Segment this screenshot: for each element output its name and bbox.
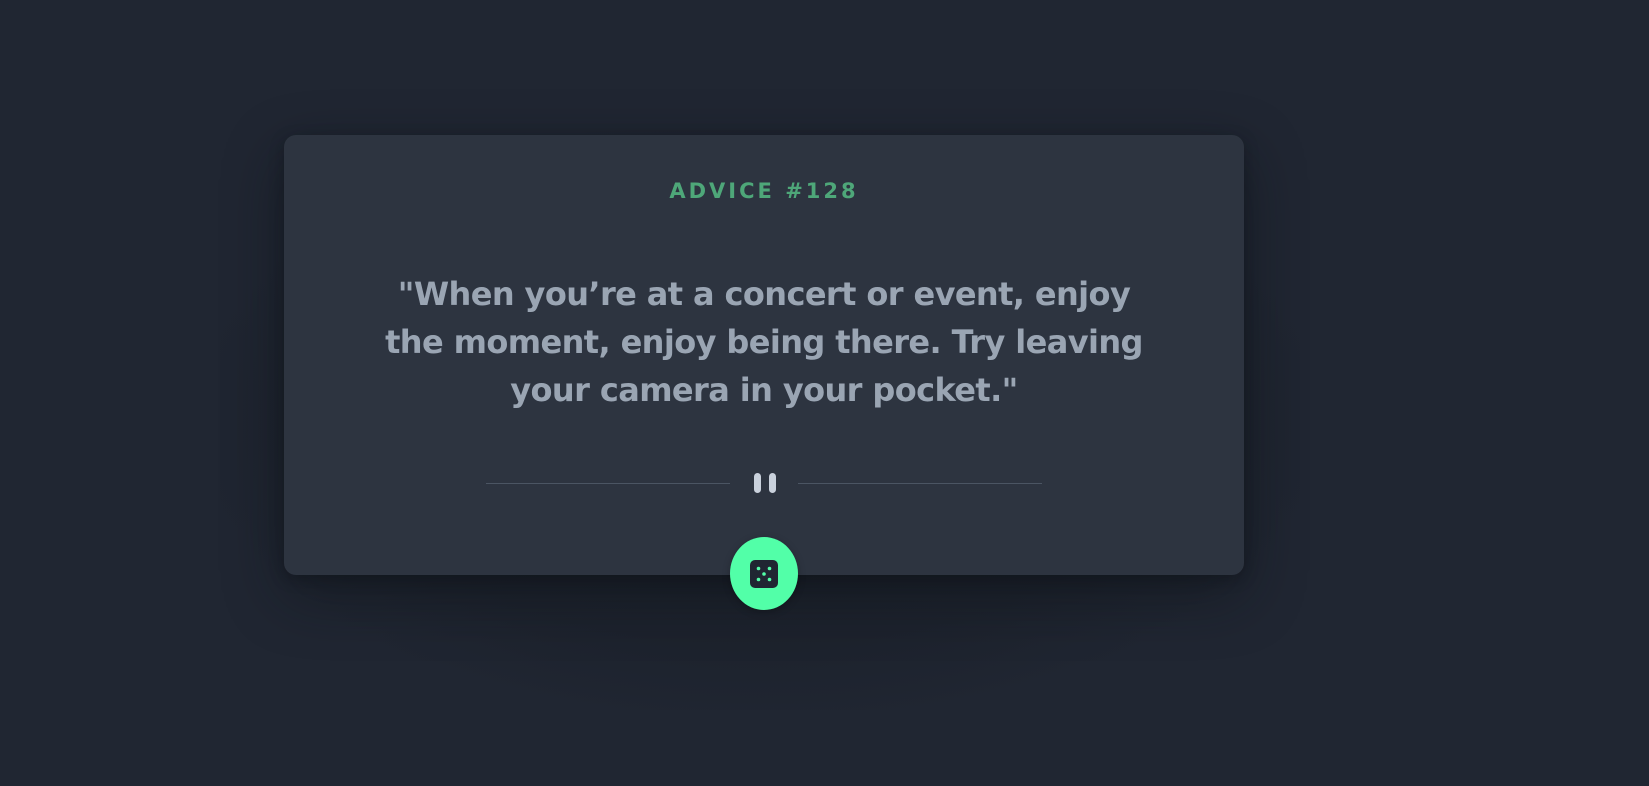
new-advice-button[interactable] (730, 537, 798, 610)
pause-icon-bar-right (769, 473, 776, 493)
divider-line-right (798, 483, 1042, 484)
pause-icon-bar-left (754, 473, 761, 493)
pause-icon (752, 473, 778, 493)
pattern-divider (486, 473, 1042, 493)
dice-icon (750, 559, 778, 588)
advice-card: ADVICE #128 "When you’re at a concert or… (284, 135, 1244, 575)
advice-quote: "When you’re at a concert or event, enjo… (385, 275, 1143, 409)
divider-line-left (486, 483, 730, 484)
advice-id-label: ADVICE #128 (669, 179, 859, 203)
